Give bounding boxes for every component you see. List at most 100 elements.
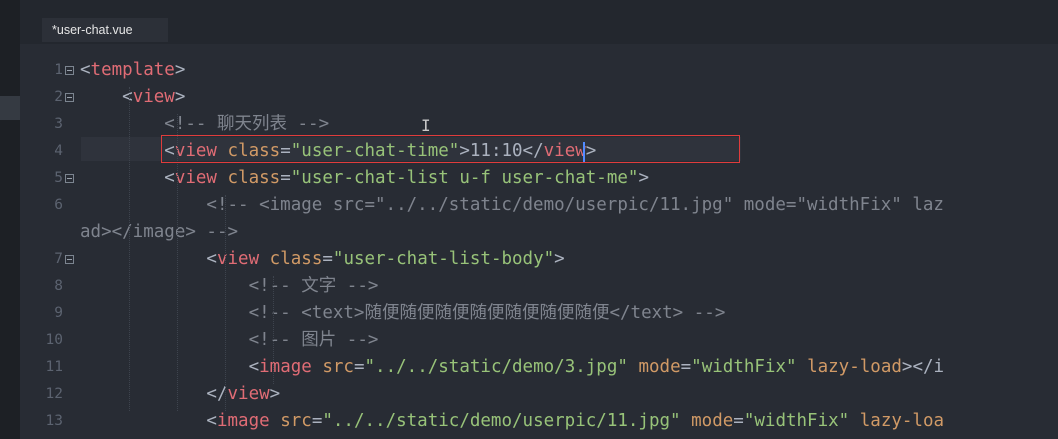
code-token: src (322, 357, 354, 377)
code-token: class (227, 168, 281, 188)
code-token: view (227, 384, 270, 404)
indent-guide (129, 87, 131, 411)
code-line[interactable]: 10 <!-- 图片 --> (20, 327, 1058, 354)
code-token: lazy-load (807, 357, 902, 377)
code-token: = (733, 411, 744, 431)
tab-user-chat-vue[interactable]: *user-chat.vue (42, 18, 168, 42)
i-beam-cursor-icon: I (421, 116, 431, 135)
line-number: 5 (54, 170, 63, 186)
code-text: <view class="user-chat-list-body"> (80, 246, 565, 273)
code-line[interactable]: 7 <view class="user-chat-list-body"> (20, 246, 1058, 273)
code-token: ></i (901, 357, 945, 377)
code-token: src (280, 411, 312, 431)
code-token: < (80, 411, 217, 431)
line-number: 10 (45, 332, 63, 348)
fold-collapse-icon[interactable] (65, 255, 74, 264)
code-token: > (638, 168, 649, 188)
code-line[interactable]: 9 <!-- <text>随便随便随便随便随便随便随便</text> --> (20, 300, 1058, 327)
code-token: image (259, 357, 312, 377)
code-token: < (80, 249, 217, 269)
code-token: < (80, 357, 260, 377)
code-line[interactable]: 13 <image src="../../static/demo/userpic… (20, 408, 1058, 435)
code-line[interactable]: ad></image> --> (20, 219, 1058, 246)
code-text: ad></image> --> (80, 219, 238, 246)
code-line[interactable]: 6 <!-- <image src="../../static/demo/use… (20, 192, 1058, 219)
code-token: <!-- 聊天列表 --> (80, 114, 330, 134)
code-token: image (216, 411, 270, 431)
line-number: 3 (54, 116, 63, 132)
code-token: "widthFix" (691, 357, 797, 377)
code-token: < (80, 168, 175, 188)
code-editor[interactable]: 1 <template> 2 <view> 3 <!-- 聊天列表 --> 4 <vie… (20, 44, 1058, 439)
code-token: class (269, 249, 323, 269)
code-token: template (90, 60, 175, 80)
code-text: <!-- 文字 --> (80, 273, 379, 300)
code-text: <!-- <image src="../../static/demo/userp… (80, 192, 944, 219)
code-token: ad></image> --> (80, 222, 239, 242)
code-token: < (80, 60, 91, 80)
code-text: <view> (80, 84, 185, 111)
code-text: <view class="user-chat-list u-f user-cha… (80, 165, 649, 192)
code-line[interactable]: 5 <view class="user-chat-list u-f user-c… (20, 165, 1058, 192)
code-token: <!-- 图片 --> (80, 330, 379, 350)
line-number: 6 (54, 197, 63, 213)
code-token: "widthFix" (743, 411, 850, 431)
code-token: < (80, 87, 133, 107)
line-number: 7 (54, 251, 63, 267)
code-token: view (216, 249, 260, 269)
code-text: <!-- 聊天列表 --> (80, 111, 329, 138)
fold-collapse-icon[interactable] (65, 66, 74, 75)
code-token: = (322, 249, 333, 269)
code-token: > (174, 60, 186, 80)
code-token: view (132, 87, 175, 107)
fold-collapse-icon[interactable] (65, 174, 74, 183)
line-number: 13 (45, 413, 63, 429)
code-line[interactable]: 1 <template> (20, 57, 1058, 84)
line-number: 2 (54, 89, 63, 105)
code-token: mode (691, 411, 734, 431)
code-token: view (174, 168, 217, 188)
line-number: 8 (54, 278, 63, 294)
code-text: <template> (80, 57, 185, 84)
code-line[interactable]: 8 <!-- 文字 --> (20, 273, 1058, 300)
code-line[interactable]: 2 <view> (20, 84, 1058, 111)
code-line[interactable]: 12 </view> (20, 381, 1058, 408)
code-token: mode (638, 357, 681, 377)
indent-guide (225, 195, 227, 411)
indent-guide (273, 276, 275, 384)
code-token: <!-- 文字 --> (80, 276, 379, 296)
fold-collapse-icon[interactable] (65, 93, 74, 102)
tab-bar: *user-chat.vue (20, 0, 1058, 44)
code-text: <image src="../../static/demo/3.jpg" mod… (80, 354, 945, 381)
code-text: <image src="../../static/demo/userpic/11… (80, 408, 944, 435)
code-token: = (311, 411, 323, 431)
code-token: </ (80, 384, 228, 404)
code-token: "user-chat-list u-f user-chat-me" (290, 168, 639, 188)
line-number: 12 (45, 386, 63, 402)
code-token: > (174, 87, 186, 107)
code-token: "../../static/demo/userpic/11.jpg" (322, 411, 681, 431)
sidebar-active-marker (0, 96, 20, 120)
code-token: lazy-loa (859, 411, 945, 431)
code-token: = (353, 357, 365, 377)
line-number: 4 (54, 143, 63, 159)
code-line[interactable]: 3 <!-- 聊天列表 --> (20, 111, 1058, 138)
line-number: 11 (45, 359, 63, 375)
line-number: 9 (54, 305, 63, 321)
code-token: "user-chat-list-body" (332, 249, 555, 269)
code-token: = (680, 357, 692, 377)
code-token: "../../static/demo/3.jpg" (364, 357, 628, 377)
highlight-box (161, 135, 740, 163)
text-caret (583, 142, 585, 162)
code-text: </view> (80, 381, 280, 408)
code-line[interactable]: 11 <image src="../../static/demo/3.jpg" … (20, 354, 1058, 381)
code-token: = (280, 168, 291, 188)
code-token: > (554, 249, 565, 269)
